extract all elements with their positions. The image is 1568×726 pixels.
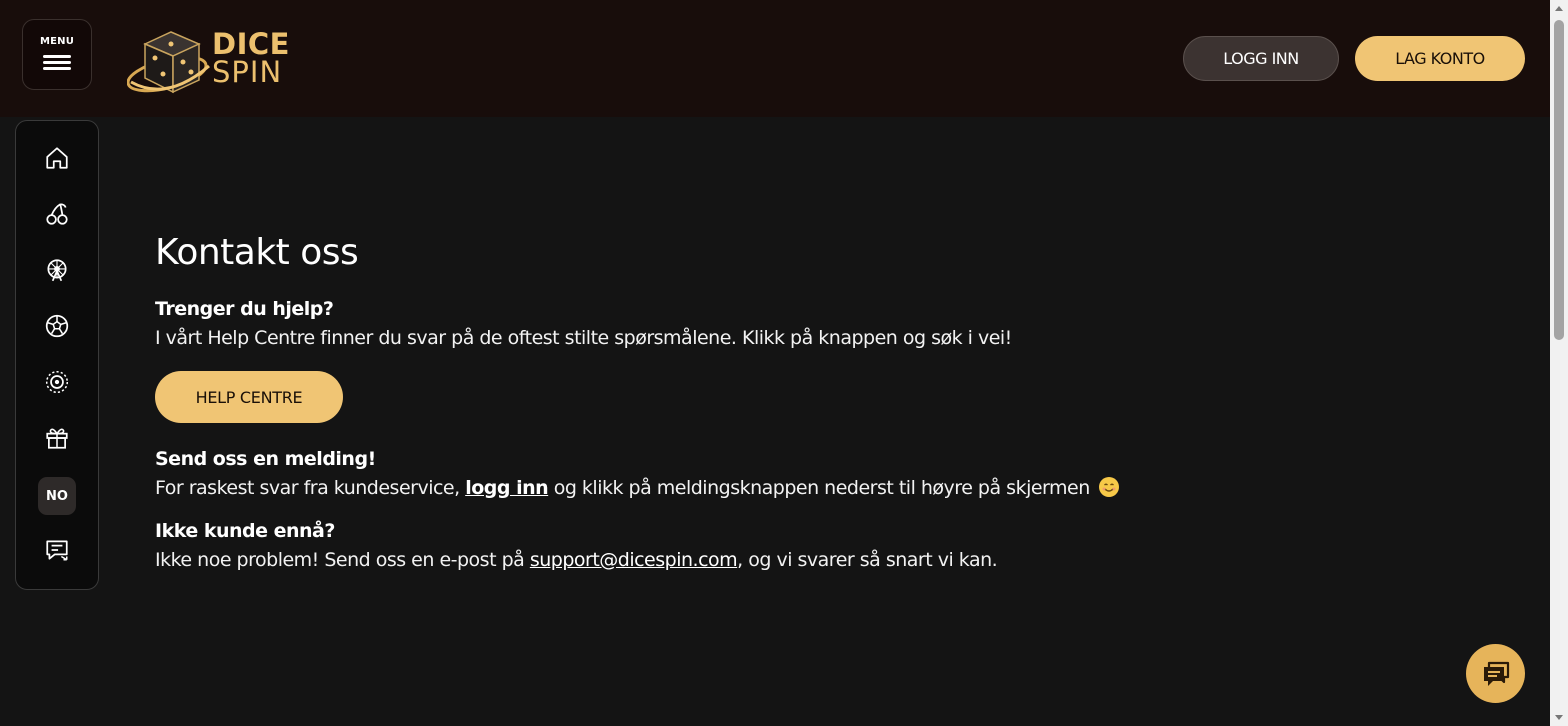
language-selector[interactable]: NO xyxy=(38,477,76,515)
not-customer-section: Ikke kunde ennå? Ikke noe problem! Send … xyxy=(155,517,1255,575)
live-chat-button[interactable] xyxy=(1466,644,1525,703)
home-icon xyxy=(46,147,68,169)
message-text-after: og klikk på meldingsknappen nederst til … xyxy=(548,477,1091,499)
help-centre-button[interactable]: HELP CENTRE xyxy=(155,371,343,423)
dice-icon xyxy=(127,31,210,94)
help-section: Trenger du hjelp? I vårt Help Centre fin… xyxy=(155,295,1255,445)
chat-bubbles-icon xyxy=(1483,661,1509,686)
sidebar-item-promotions[interactable] xyxy=(38,419,76,457)
soccer-ball-icon xyxy=(45,314,69,338)
logo-wordmark: DICE SPIN xyxy=(212,27,290,89)
logo-text-spin: SPIN xyxy=(212,55,283,89)
page-title: Kontakt oss xyxy=(155,232,359,273)
not-customer-text-before: Ikke noe problem! Send oss en e-post på xyxy=(155,549,530,571)
dicespin-logo[interactable]: DICE SPIN xyxy=(127,22,297,100)
sidebar-item-live-casino[interactable] xyxy=(38,251,76,289)
create-account-button[interactable]: LAG KONTO xyxy=(1355,36,1525,81)
sidebar-item-target[interactable] xyxy=(38,363,76,401)
help-text: I vårt Help Centre finner du svar på de … xyxy=(155,327,1012,349)
support-email-link[interactable]: support@dicespin.com xyxy=(530,549,738,571)
help-heading: Trenger du hjelp? xyxy=(155,298,334,320)
cherry-icon xyxy=(46,203,68,225)
scroll-down-arrow-icon[interactable] xyxy=(1555,715,1563,720)
sidebar-item-home[interactable] xyxy=(38,139,76,177)
not-customer-text: Ikke noe problem! Send oss en e-post på … xyxy=(155,545,1255,575)
page-scrollbar[interactable] xyxy=(1550,0,1568,726)
message-heading: Send oss en melding! xyxy=(155,448,376,470)
message-section: Send oss en melding! For raskest svar fr… xyxy=(155,445,1255,503)
contact-content: Kontakt oss Trenger du hjelp? I vårt Hel… xyxy=(155,232,1255,589)
sidebar-item-sports[interactable] xyxy=(38,307,76,345)
target-icon xyxy=(45,370,69,394)
sidebar-item-slots[interactable] xyxy=(38,195,76,233)
not-customer-text-after: , og vi svarer så snart vi kan. xyxy=(737,549,998,571)
top-header: MENU DICE SPIN LOGG INN LAG KONTO xyxy=(0,0,1550,117)
login-link[interactable]: logg inn xyxy=(465,477,548,499)
chat-support-icon xyxy=(46,540,68,561)
menu-button[interactable]: MENU xyxy=(22,19,92,90)
sidebar-item-support[interactable] xyxy=(38,531,76,569)
login-button[interactable]: LOGG INN xyxy=(1183,36,1339,81)
not-customer-heading: Ikke kunde ennå? xyxy=(155,520,335,542)
ferris-wheel-icon xyxy=(47,259,67,282)
side-navigation: NO xyxy=(15,120,99,590)
hamburger-icon xyxy=(43,52,71,73)
gift-icon xyxy=(46,428,68,449)
scroll-up-arrow-icon[interactable] xyxy=(1555,6,1563,11)
logo-text-dice: DICE xyxy=(212,27,290,61)
message-text: For raskest svar fra kundeservice, logg … xyxy=(155,473,1255,503)
menu-label: MENU xyxy=(39,36,75,47)
smiley-emoji-icon xyxy=(1099,477,1120,497)
message-text-before: For raskest svar fra kundeservice, xyxy=(155,477,466,499)
scrollbar-thumb[interactable] xyxy=(1554,20,1564,340)
